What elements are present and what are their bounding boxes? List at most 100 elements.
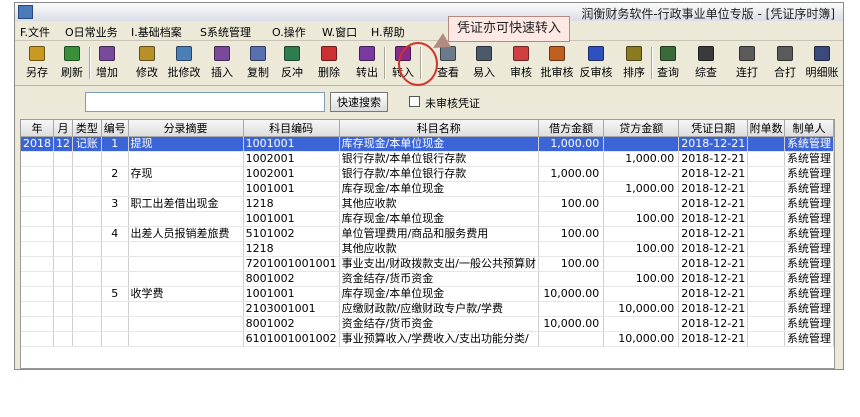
menu-item[interactable]: W.窗口 xyxy=(322,24,357,40)
table-row[interactable]: 8001002 资金结存/货币资金 100.00 2018-12-21 系统管理 xyxy=(21,271,834,287)
column-header[interactable]: 编号 xyxy=(101,120,129,137)
column-header[interactable]: 分录摘要 xyxy=(128,120,244,137)
toolbar: 另存 刷新 增加 修改 批修改 插入 复制 反冲 删除 转出 转入 查看 易入 审核 批审核 反审核 排序 查询 综… xyxy=(15,41,843,86)
table-cell xyxy=(53,271,73,287)
table-cell xyxy=(603,316,680,332)
table-cell xyxy=(747,271,785,287)
toolbar-button-ledger[interactable]: 明细账 xyxy=(803,43,841,83)
table-cell xyxy=(53,241,73,257)
toolbar-button-batch-edit[interactable]: 批修改 xyxy=(165,43,203,83)
table-row[interactable]: 1002001 银行存款/本单位银行存款 1,000.00 2018-12-21 系统管… xyxy=(21,151,834,167)
toolbar-button-print[interactable]: 连打 xyxy=(728,43,766,83)
table-row[interactable]: 5 收学费 1001001 库存现金/本单位现金 10,000.00 2018-12-21… xyxy=(21,286,834,302)
menu-item[interactable]: O.操作 xyxy=(272,24,306,40)
transfer-in-icon xyxy=(395,46,411,61)
toolbar-button-binoculars[interactable]: 综查 xyxy=(687,43,725,83)
table-cell: 100.00 xyxy=(538,226,605,242)
print-icon xyxy=(739,46,755,61)
toolbar-button-add[interactable]: 增加 xyxy=(88,43,126,83)
table-row[interactable]: 2018 12 记账 1 提现 1001001 库存现金/本单位现金 1,000.00 2018… xyxy=(21,136,834,152)
toolbar-button-insert[interactable]: 插入 xyxy=(203,43,241,83)
table-cell xyxy=(128,241,244,257)
toolbar-separator xyxy=(384,47,386,79)
toolbar-separator xyxy=(89,47,91,79)
toolbar-button-unreview[interactable]: 反审核 xyxy=(577,43,615,83)
toolbar-button-delete[interactable]: 删除 xyxy=(310,43,348,83)
table-row[interactable]: 1001001 库存现金/本单位现金 1,000.00 2018-12-21 系统管理 xyxy=(21,181,834,197)
table-cell: 事业支出/财政拨款支出/一般公共预算财 xyxy=(339,256,540,272)
batch-edit-icon xyxy=(176,46,192,61)
table-cell: 2018-12-21 xyxy=(678,316,749,332)
column-header[interactable]: 年 xyxy=(21,120,54,137)
column-header[interactable]: 类型 xyxy=(72,120,102,137)
table-cell xyxy=(21,241,54,257)
menu-item[interactable]: F.文件 xyxy=(20,24,50,40)
quick-search-button[interactable]: 快速搜索 xyxy=(330,92,388,112)
table-cell: 4 xyxy=(101,226,129,242)
column-header[interactable]: 贷方金额 xyxy=(603,120,680,137)
toolbar-button-transfer-in[interactable]: 转入 xyxy=(384,43,422,83)
toolbar-button-reverse[interactable]: 反冲 xyxy=(273,43,311,83)
table-cell: 库存现金/本单位现金 xyxy=(339,286,540,302)
table-cell xyxy=(72,331,102,347)
unreviewed-checkbox[interactable] xyxy=(409,96,420,107)
table-row[interactable]: 8001002 资金结存/货币资金 10,000.00 2018-12-21 系统管理 xyxy=(21,316,834,332)
table-cell: 1,000.00 xyxy=(603,151,680,167)
table-cell: 单位管理费用/商品和服务费用 xyxy=(339,226,540,242)
column-header[interactable]: 附单数 xyxy=(747,120,785,137)
table-cell xyxy=(72,301,102,317)
toolbar-button-label: 排序 xyxy=(623,66,645,79)
menu-item[interactable]: H.帮助 xyxy=(371,24,405,40)
column-header[interactable]: 制单人 xyxy=(784,120,834,137)
menu-item[interactable]: S系统管理 xyxy=(200,24,251,40)
unreview-icon xyxy=(588,46,604,61)
toolbar-button-label: 转出 xyxy=(356,66,378,79)
table-cell: 系统管理 xyxy=(784,196,834,212)
copy-icon xyxy=(250,46,266,61)
toolbar-button-easy-entry[interactable]: 易入 xyxy=(465,43,503,83)
toolbar-button-edit[interactable]: 修改 xyxy=(128,43,166,83)
table-cell: 系统管理 xyxy=(784,166,834,182)
table-cell: 系统管理 xyxy=(784,241,834,257)
toolbar-button-transfer-out[interactable]: 转出 xyxy=(348,43,386,83)
column-header[interactable]: 科目编码 xyxy=(243,120,340,137)
menu-item[interactable]: I.基础档案 xyxy=(131,24,182,40)
toolbar-button-review[interactable]: 审核 xyxy=(502,43,540,83)
table-row[interactable]: 7201001001001 事业支出/财政拨款支出/一般公共预算财 100.00 20… xyxy=(21,256,834,272)
column-header[interactable]: 凭证日期 xyxy=(678,120,749,137)
column-header[interactable]: 科目名称 xyxy=(339,120,540,137)
table-row[interactable]: 3 职工出差借出现金 1218 其他应收款 100.00 2018-12-21 系统管理 xyxy=(21,196,834,212)
column-header[interactable]: 借方金额 xyxy=(538,120,605,137)
table-cell xyxy=(538,211,605,227)
table-cell xyxy=(53,181,73,197)
table-row[interactable]: 1001001 库存现金/本单位现金 100.00 2018-12-21 系统管理 xyxy=(21,211,834,227)
toolbar-button-save-as[interactable]: 另存 xyxy=(18,43,56,83)
search-input[interactable] xyxy=(85,92,325,112)
table-cell: 2018 xyxy=(21,136,54,152)
menu-item[interactable]: O日常业务 xyxy=(65,24,118,40)
table-cell: 2018-12-21 xyxy=(678,136,749,152)
toolbar-button-label: 删除 xyxy=(318,66,340,79)
table-row[interactable]: 6101001001002 事业预算收入/学费收入/支出功能分类/10,000.0… xyxy=(21,331,834,347)
toolbar-button-refresh[interactable]: 刷新 xyxy=(53,43,91,83)
toolbar-button-combined-print[interactable]: 合打 xyxy=(766,43,804,83)
table-cell: 职工出差借出现金 xyxy=(128,196,244,212)
table-cell xyxy=(747,166,785,182)
table-cell: 2018-12-21 xyxy=(678,331,749,347)
insert-icon xyxy=(214,46,230,61)
table-cell: 12 xyxy=(53,136,73,152)
table-row[interactable]: 1218 其他应收款 100.00 2018-12-21 系统管理 xyxy=(21,241,834,257)
table-cell xyxy=(747,256,785,272)
table-row[interactable]: 4 出差人员报销差旅费 5101002 单位管理费用/商品和服务费用 100.00 201… xyxy=(21,226,834,242)
table-row[interactable]: 2103001001 应缴财政款/应缴财政专户款/学费 10,000.00 2018-… xyxy=(21,301,834,317)
column-header[interactable]: 月 xyxy=(53,120,73,137)
toolbar-button-query[interactable]: 查询 xyxy=(649,43,687,83)
toolbar-button-sort[interactable]: 排序 xyxy=(615,43,653,83)
table-cell xyxy=(747,181,785,197)
toolbar-button-copy[interactable]: 复制 xyxy=(239,43,277,83)
voucher-grid[interactable]: 年月类型 编号 分录摘要 科目编码 科目名称 借方金额 贷方金额 凭证日期 附单数 制单人 201… xyxy=(20,119,835,369)
toolbar-separator xyxy=(420,47,422,79)
table-row[interactable]: 2 存现 1002001 银行存款/本单位银行存款 1,000.00 2018-12-21… xyxy=(21,166,834,182)
table-cell xyxy=(538,181,605,197)
toolbar-button-batch-review[interactable]: 批审核 xyxy=(538,43,576,83)
